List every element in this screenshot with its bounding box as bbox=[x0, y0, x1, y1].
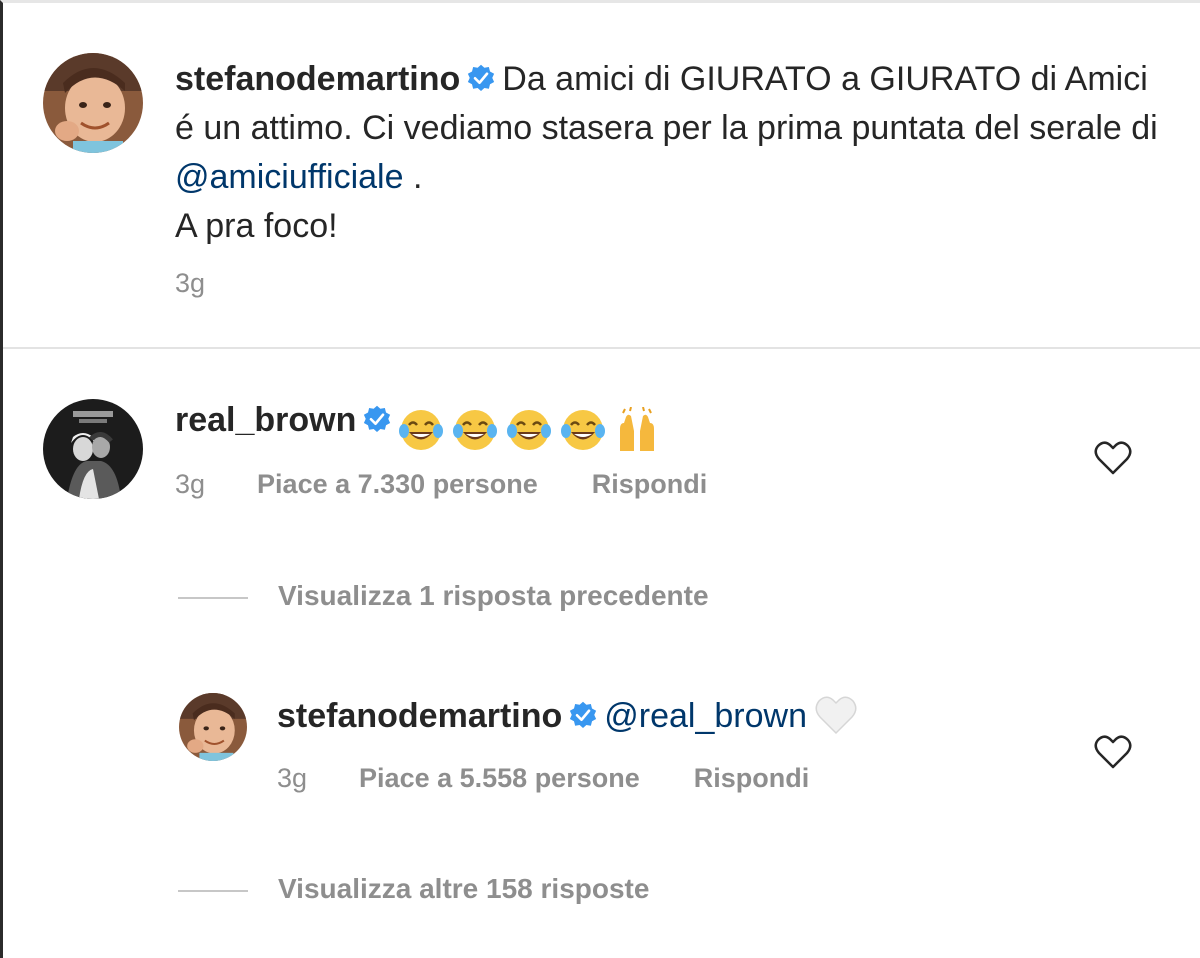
dash-divider bbox=[178, 889, 248, 892]
face-with-tears-of-joy-icon bbox=[507, 410, 552, 451]
caption-last-line: A pra foco! bbox=[175, 207, 338, 245]
comment-line: real_brown bbox=[175, 395, 668, 453]
heart-icon[interactable] bbox=[1093, 439, 1133, 477]
mention-link[interactable]: @real_brown bbox=[604, 697, 807, 735]
heart-icon[interactable] bbox=[1093, 733, 1133, 771]
face-with-tears-of-joy-icon bbox=[453, 410, 498, 451]
comments-panel: stefanodemartino Da amici di GIURATO a GI… bbox=[0, 0, 1200, 958]
avatar[interactable] bbox=[179, 693, 247, 761]
raising-hands-icon bbox=[620, 407, 655, 452]
emoji-row bbox=[398, 403, 668, 453]
white-heart-icon bbox=[815, 696, 857, 735]
reply-meta: 3g Piace a 5.558 persone Rispondi bbox=[277, 763, 809, 794]
likes-count[interactable]: Piace a 7.330 persone bbox=[257, 469, 538, 500]
caption-text: stefanodemartino Da amici di GIURATO a GI… bbox=[175, 55, 1165, 251]
caption-username[interactable]: stefanodemartino bbox=[175, 60, 460, 98]
comment-timestamp[interactable]: 3g bbox=[175, 469, 205, 500]
verified-badge-icon bbox=[468, 64, 495, 91]
reply-button[interactable]: Rispondi bbox=[694, 763, 810, 794]
reply-line: stefanodemartino @real_brown bbox=[277, 691, 859, 741]
comment-meta: 3g Piace a 7.330 persone Rispondi bbox=[175, 469, 707, 500]
face-with-tears-of-joy-icon bbox=[399, 410, 444, 451]
post-caption: stefanodemartino Da amici di GIURATO a GI… bbox=[3, 3, 1200, 347]
dash-divider bbox=[178, 596, 248, 599]
avatar[interactable] bbox=[43, 53, 143, 153]
verified-badge-icon bbox=[570, 701, 597, 728]
view-more-label: Visualizza altre 158 risposte bbox=[278, 873, 650, 904]
view-more-replies[interactable]: Visualizza altre 158 risposte bbox=[178, 873, 649, 905]
avatar[interactable] bbox=[43, 399, 143, 499]
reply-button[interactable]: Rispondi bbox=[592, 469, 708, 500]
reply-timestamp[interactable]: 3g bbox=[277, 763, 307, 794]
face-with-tears-of-joy-icon bbox=[561, 410, 606, 451]
comment-username[interactable]: real_brown bbox=[175, 401, 356, 439]
verified-badge-icon bbox=[364, 405, 391, 432]
divider bbox=[3, 347, 1200, 349]
view-previous-replies[interactable]: Visualizza 1 risposta precedente bbox=[178, 580, 709, 612]
mention-link[interactable]: @amiciufficiale bbox=[175, 158, 404, 196]
caption-punct: . bbox=[412, 158, 423, 196]
view-previous-label: Visualizza 1 risposta precedente bbox=[278, 580, 709, 611]
reply-username[interactable]: stefanodemartino bbox=[277, 697, 562, 735]
likes-count[interactable]: Piace a 5.558 persone bbox=[359, 763, 640, 794]
caption-timestamp[interactable]: 3g bbox=[175, 268, 205, 299]
